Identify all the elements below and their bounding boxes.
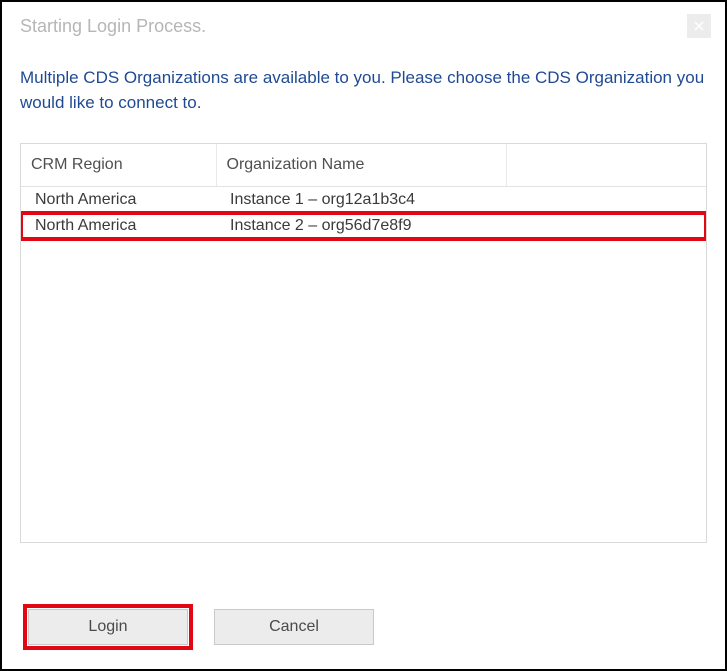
cell-empty xyxy=(506,187,706,214)
cell-org: Instance 1 – org12a1b3c4 xyxy=(216,187,506,214)
cancel-button[interactable]: Cancel xyxy=(214,609,374,645)
instruction-text: Multiple CDS Organizations are available… xyxy=(20,66,707,115)
organization-grid: CRM Region Organization Name North Ameri… xyxy=(20,143,707,543)
close-button[interactable] xyxy=(687,14,711,38)
organization-table: CRM Region Organization Name North Ameri… xyxy=(21,144,706,239)
cell-region: North America xyxy=(21,187,216,214)
cell-region: North America xyxy=(21,213,216,239)
cell-org: Instance 2 – org56d7e8f9 xyxy=(216,213,506,239)
login-button[interactable]: Login xyxy=(28,609,188,645)
header-empty[interactable] xyxy=(506,144,706,187)
header-crm-region[interactable]: CRM Region xyxy=(21,144,216,187)
window-title: Starting Login Process. xyxy=(20,16,206,37)
header-org-name[interactable]: Organization Name xyxy=(216,144,506,187)
table-row[interactable]: North AmericaInstance 2 – org56d7e8f9 xyxy=(21,213,706,239)
cell-empty xyxy=(506,213,706,239)
content-area: Multiple CDS Organizations are available… xyxy=(2,46,725,543)
table-header-row: CRM Region Organization Name xyxy=(21,144,706,187)
button-row: Login Cancel xyxy=(28,609,374,645)
titlebar: Starting Login Process. xyxy=(2,2,725,46)
table-row[interactable]: North AmericaInstance 1 – org12a1b3c4 xyxy=(21,187,706,214)
close-icon xyxy=(694,21,704,31)
